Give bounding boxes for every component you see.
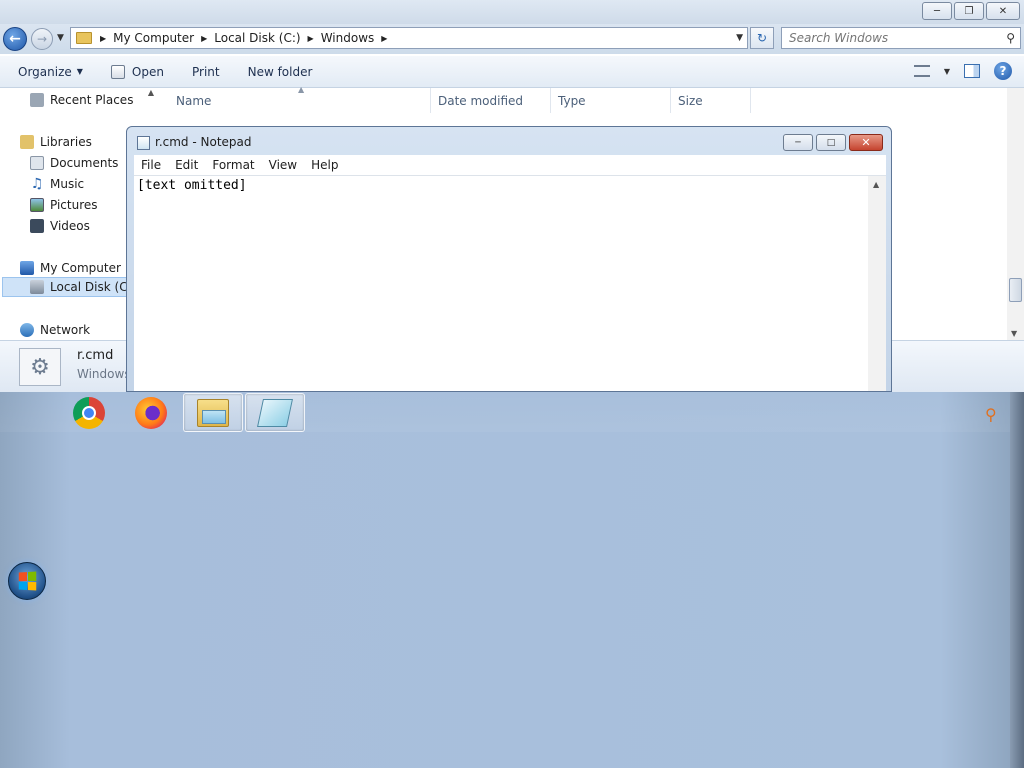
address-bar[interactable]: ▶ My Computer ▶ Local Disk (C:) ▶ Window… [70,27,748,49]
refresh-icon: ↻ [756,31,768,45]
help-icon[interactable]: ? [994,62,1012,80]
notepad-scrollbar[interactable]: ▲ [868,176,886,391]
documents-icon [30,156,44,170]
nav-item-network[interactable]: Network [20,320,90,340]
taskbar: ⚲ [0,392,1024,768]
new-folder-button[interactable]: New folder [248,65,313,79]
breadcrumb-windows[interactable]: Windows [321,31,375,45]
videos-icon [30,219,44,233]
pictures-icon [30,198,44,212]
file-list-scrollbar[interactable]: ▼ [1007,88,1024,340]
address-dropdown-icon[interactable]: ▼ [736,33,743,43]
nav-item-recent-places[interactable]: Recent Places [30,90,133,110]
nav-item-videos[interactable]: Videos [30,216,90,236]
notepad-icon [137,136,150,150]
column-header-date-modified[interactable]: Date modified [431,88,551,113]
breadcrumb-separator-icon[interactable]: ▶ [308,34,314,43]
drive-icon [30,280,44,294]
nav-item-music[interactable]: ♫ Music [30,174,84,194]
show-desktop-button[interactable] [1010,392,1024,768]
music-icon: ♫ [30,176,44,192]
forward-button[interactable]: → [31,28,53,50]
breadcrumb-separator-icon[interactable]: ▶ [201,34,207,43]
back-button[interactable]: ← [3,27,27,51]
menu-help[interactable]: Help [304,158,345,172]
taskbar-firefox-button[interactable] [121,393,181,432]
nav-item-pictures[interactable]: Pictures [30,195,98,215]
notepad-window: r.cmd - Notepad ─ □ ✕ File Edit Format V… [126,126,892,392]
notepad-menubar: File Edit Format View Help [134,155,886,175]
scroll-up-icon[interactable]: ▲ [144,88,158,97]
notepad-text-area[interactable]: [text omitted] ▲ [134,175,886,391]
notepad-window-buttons: ─ □ ✕ [783,134,883,151]
cmd-file-gear-icon: ⚙ [19,348,61,386]
search-icon[interactable]: ⚲ [985,405,997,424]
notepad-maximize-button[interactable]: □ [816,134,846,151]
chevron-down-icon: ▼ [76,67,83,76]
open-icon [110,64,125,79]
details-file-name: r.cmd [77,348,114,363]
search-icon[interactable]: ⚲ [1006,31,1015,45]
details-file-type: Windows [77,367,131,381]
menu-format[interactable]: Format [205,158,261,172]
search-input[interactable] [782,28,987,48]
organize-button[interactable]: Organize ▼ [18,65,83,79]
address-row: ← → ▼ ▶ My Computer ▶ Local Disk (C:) ▶ … [0,24,1024,54]
back-arrow-icon: ← [9,31,21,47]
forward-arrow-icon: → [36,32,48,46]
taskbar-notepad-button[interactable] [245,393,305,432]
menu-edit[interactable]: Edit [168,158,205,172]
nav-item-my-computer[interactable]: My Computer [20,258,121,278]
view-options-dropdown-icon[interactable]: ▼ [944,67,950,76]
notepad-minimize-button[interactable]: ─ [783,134,813,151]
close-button[interactable]: ✕ [986,2,1020,20]
explorer-titlebar: ─ ❐ ✕ [0,0,1024,24]
libraries-icon [20,135,34,149]
menu-view[interactable]: View [262,158,304,172]
nav-item-libraries[interactable]: Libraries [20,132,92,152]
notepad-icon [257,398,293,427]
print-button[interactable]: Print [192,65,220,79]
recent-pages-dropdown[interactable]: ▼ [57,33,64,43]
notepad-content: [text omitted] [137,178,247,193]
windows-logo-icon [18,571,37,591]
scrollbar-thumb[interactable] [1009,278,1022,302]
network-icon [20,323,34,337]
column-header-size[interactable]: Size [671,88,751,113]
breadcrumb-my-computer[interactable]: My Computer [113,31,194,45]
taskbar-explorer-button[interactable] [183,393,243,432]
scroll-up-icon[interactable]: ▲ [873,180,879,189]
column-header-type[interactable]: Type [551,88,671,113]
minimize-button[interactable]: ─ [922,2,952,20]
preview-pane-icon[interactable] [964,64,980,78]
windows-explorer-icon [197,398,229,427]
breadcrumb-separator-icon[interactable]: ▶ [381,34,387,43]
restore-button[interactable]: ❐ [954,2,984,20]
firefox-icon [135,396,167,429]
breadcrumb-local-disk[interactable]: Local Disk (C:) [214,31,300,45]
taskbar-chrome-button[interactable] [59,393,119,432]
explorer-window-buttons: ─ ❐ ✕ [922,2,1020,20]
open-button[interactable]: Open [110,64,164,79]
column-header-name[interactable]: Name ▲ [158,85,431,113]
breadcrumb-separator-icon[interactable]: ▶ [100,34,106,43]
change-view-icon[interactable] [913,65,930,77]
computer-icon [20,261,34,275]
notepad-title: r.cmd - Notepad [155,135,252,149]
recent-places-icon [30,93,44,107]
notepad-close-button[interactable]: ✕ [849,134,883,151]
start-button[interactable] [8,562,46,600]
refresh-button[interactable]: ↻ [750,27,774,49]
command-bar: Organize ▼ Open Print New folder ▼ ? [0,56,1024,88]
sort-ascending-icon: ▲ [298,85,305,94]
nav-item-local-disk[interactable]: Local Disk (C:) [2,277,144,297]
folder-icon [76,32,92,44]
chrome-icon [73,396,105,429]
nav-item-documents[interactable]: Documents [30,153,118,173]
menu-file[interactable]: File [134,158,168,172]
scroll-down-icon[interactable]: ▼ [1011,329,1017,338]
view-tools: ▼ ? [913,62,1012,80]
search-box[interactable]: ⚲ [781,27,1021,49]
